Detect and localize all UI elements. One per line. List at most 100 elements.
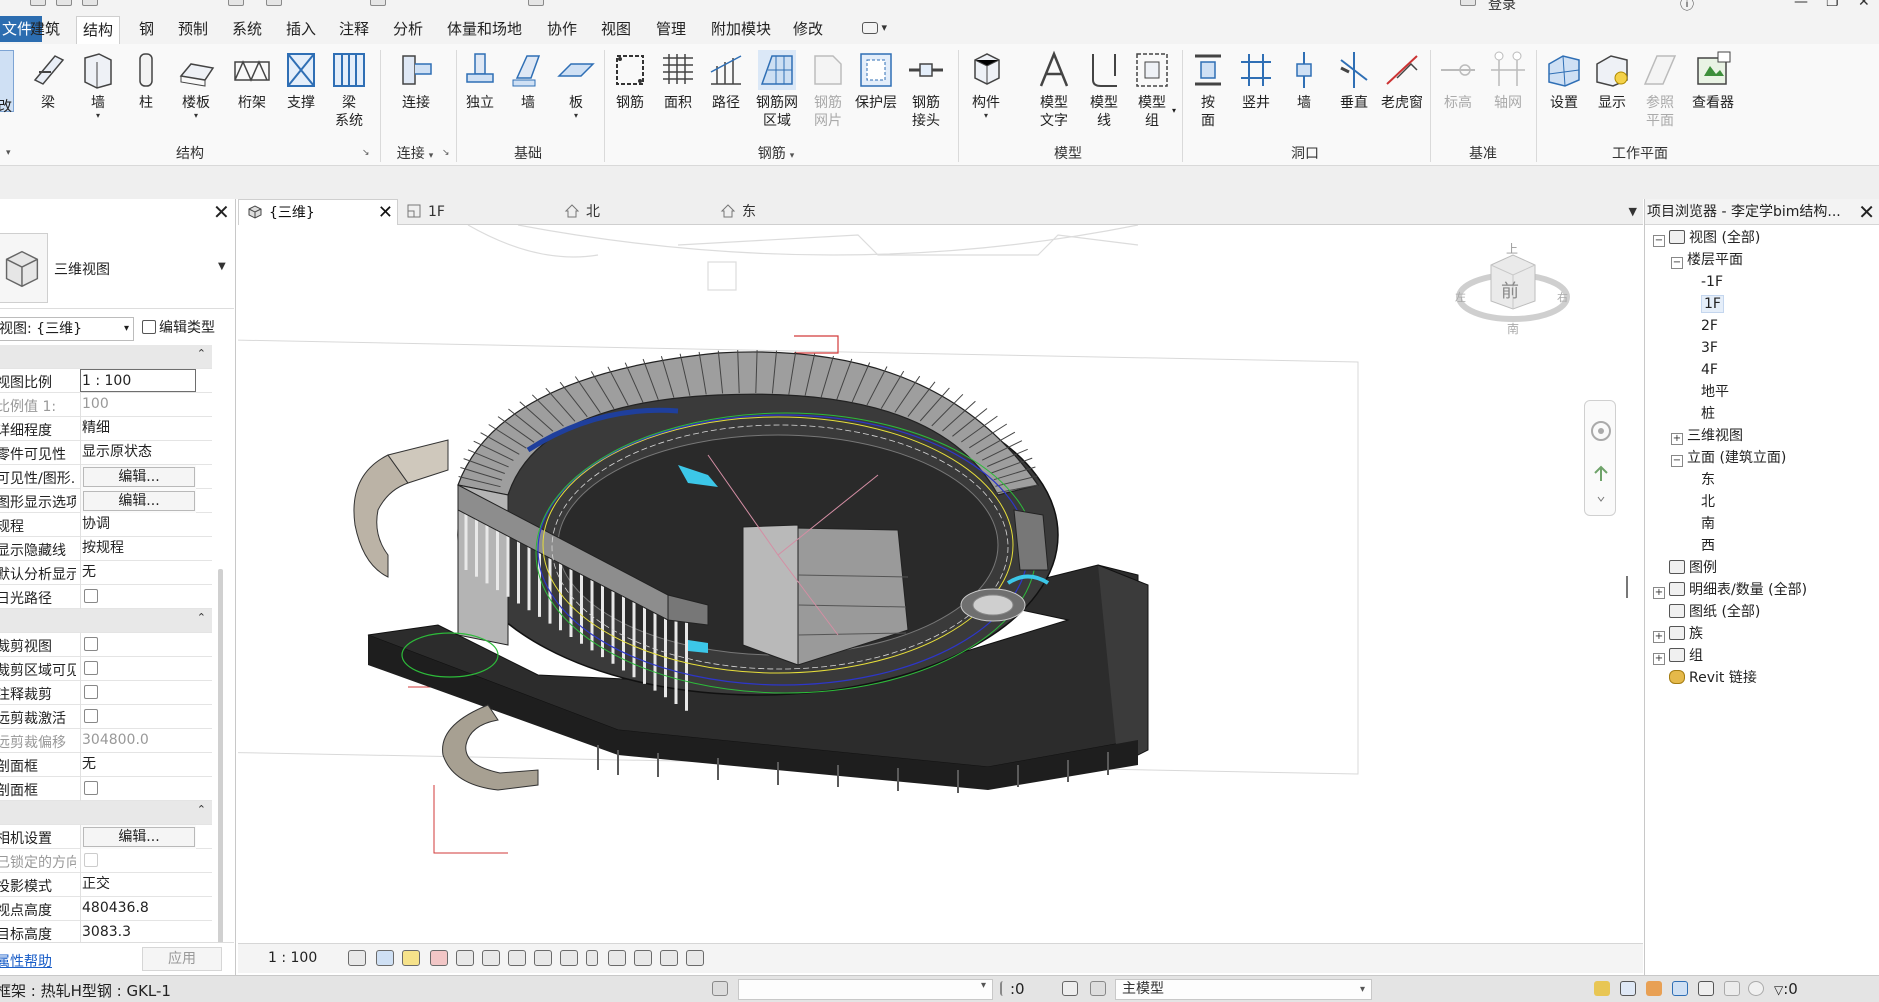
tab-systems[interactable]: 系统 xyxy=(226,16,268,42)
fabric-area-button[interactable]: 钢筋网 区域 xyxy=(750,50,804,130)
collapse-toggle-icon[interactable]: − xyxy=(1671,455,1683,467)
apply-button[interactable]: 应用 xyxy=(142,947,222,971)
property-value[interactable]: 精细 xyxy=(80,417,196,441)
detail-level-icon[interactable] xyxy=(348,950,366,966)
property-checkbox[interactable] xyxy=(80,633,196,657)
wall-opening-button[interactable]: 墙 xyxy=(1280,50,1328,112)
main-model-select[interactable]: 主模型 ▾ xyxy=(1115,979,1372,1000)
user-icon[interactable] xyxy=(1460,0,1476,6)
coupler-button[interactable]: 钢筋 接头 xyxy=(902,50,950,130)
property-checkbox[interactable] xyxy=(80,657,196,681)
property-section-header[interactable]: ⌃ xyxy=(0,609,212,633)
browser-node[interactable]: 2F xyxy=(1701,315,1718,337)
collapse-toggle-icon[interactable]: − xyxy=(1671,257,1683,269)
view-tab-east[interactable]: 东 xyxy=(712,199,868,225)
browser-node[interactable]: 3F xyxy=(1701,337,1718,359)
brace-button[interactable]: 支撑 xyxy=(277,50,325,112)
connection-settings-launcher[interactable]: ↘ xyxy=(442,148,450,158)
select-underlay-icon[interactable] xyxy=(1620,981,1636,996)
cover-button[interactable]: 保护层 xyxy=(852,50,900,112)
browser-node[interactable]: − 立面 (建筑立面) xyxy=(1671,447,1786,469)
collapse-chevron-icon[interactable]: ⌃ xyxy=(197,347,206,360)
expand-toggle-icon[interactable]: + xyxy=(1653,631,1665,643)
lock-view-icon[interactable] xyxy=(534,950,552,966)
dormer-button[interactable]: 老虎窗 xyxy=(1378,50,1426,112)
collapse-chevron-icon[interactable]: ⌃ xyxy=(197,803,206,816)
beam-button[interactable]: 梁 xyxy=(24,50,72,112)
select-pinned-icon[interactable] xyxy=(1646,981,1662,996)
browser-node[interactable]: 北 xyxy=(1701,491,1715,513)
visual-style-icon[interactable] xyxy=(376,950,394,966)
property-checkbox[interactable] xyxy=(80,585,196,609)
property-value[interactable]: 按规程 xyxy=(80,537,196,561)
browser-node[interactable]: 西 xyxy=(1701,535,1715,557)
tab-structure[interactable]: 结构 xyxy=(76,16,121,45)
edit-type-button[interactable]: 编辑类型 xyxy=(142,317,215,341)
project-browser-close-button[interactable]: ✕ xyxy=(1858,201,1875,223)
rebar-button[interactable]: 钢筋 xyxy=(606,50,654,112)
3d-view-canvas[interactable]: 上 前 左 右 南 xyxy=(238,225,1643,942)
collapse-toggle-icon[interactable]: − xyxy=(1653,235,1665,247)
beam-system-button[interactable]: 梁系统 xyxy=(325,50,373,130)
temp-view-props-icon[interactable] xyxy=(608,950,626,966)
area-rebar-button[interactable]: 面积 xyxy=(654,50,702,112)
type-selector-dropdown[interactable]: ▼ xyxy=(218,261,226,272)
close-button[interactable]: ✕ xyxy=(1858,0,1870,10)
constraints-icon[interactable] xyxy=(686,950,704,966)
properties-help-link[interactable]: 属性帮助 xyxy=(0,951,52,971)
render-icon[interactable] xyxy=(456,950,474,966)
truss-button[interactable]: 桁架 xyxy=(228,50,276,112)
nav-dropdown-icon[interactable] xyxy=(1597,496,1605,502)
property-section-header[interactable]: ⌃ xyxy=(0,801,212,825)
foundation-slab-button[interactable]: 板 ▾ xyxy=(552,50,600,120)
tab-modify[interactable]: 修改 xyxy=(787,16,829,42)
property-value[interactable]: 无 xyxy=(80,561,196,585)
browser-node[interactable]: 地平 xyxy=(1701,381,1729,403)
help-icon[interactable]: ⓘ xyxy=(1680,0,1694,12)
property-checkbox[interactable] xyxy=(80,681,196,705)
open-icon[interactable] xyxy=(30,0,46,6)
tab-architecture[interactable]: 建筑 xyxy=(24,16,66,42)
close-hidden-icon[interactable] xyxy=(528,0,544,6)
structure-settings-launcher[interactable]: ↘ xyxy=(362,148,370,158)
zoom-icon[interactable] xyxy=(1594,465,1608,481)
view-scale[interactable]: 1 : 100 xyxy=(268,950,317,966)
properties-scrollbar[interactable] xyxy=(218,569,223,955)
browser-node[interactable]: + 三维视图 xyxy=(1671,425,1743,447)
by-face-button[interactable]: 按面 xyxy=(1184,50,1232,130)
model-text-button[interactable]: 模型 文字 xyxy=(1030,50,1078,130)
workset-icon[interactable] xyxy=(712,981,728,996)
browser-node[interactable]: − 视图 (全部) xyxy=(1653,227,1760,249)
tab-annotate[interactable]: 注释 xyxy=(333,16,375,42)
column-button[interactable]: 柱 xyxy=(122,50,170,112)
browser-node[interactable]: 图纸 (全部) xyxy=(1653,601,1760,623)
minimize-button[interactable]: — xyxy=(1794,0,1808,10)
property-checkbox[interactable] xyxy=(80,777,196,801)
view-tab-3d[interactable]: {三维} ✕ xyxy=(238,199,398,225)
property-value[interactable]: 正交 xyxy=(80,873,196,897)
text-icon[interactable] xyxy=(370,0,386,6)
set-workplane-button[interactable]: 设置 xyxy=(1540,50,1588,112)
filter-count[interactable]: ▽:0 xyxy=(1774,980,1798,998)
settings-gear-icon[interactable] xyxy=(1748,981,1764,996)
tab-collaborate[interactable]: 协作 xyxy=(541,16,583,42)
viewcube[interactable]: 上 前 左 右 南 xyxy=(1453,237,1573,337)
view-tab-1f[interactable]: 1F xyxy=(398,199,553,225)
browser-node[interactable]: + 组 xyxy=(1653,645,1703,667)
foundation-wall-button[interactable]: 墙 xyxy=(504,50,552,112)
collapse-chevron-icon[interactable]: ⌃ xyxy=(197,611,206,624)
vertical-opening-button[interactable]: 垂直 xyxy=(1330,50,1378,112)
tab-analyze[interactable]: 分析 xyxy=(387,16,429,42)
view-tabs-menu[interactable]: ▼ xyxy=(1629,199,1637,225)
expand-toggle-icon[interactable]: + xyxy=(1671,433,1683,445)
tab-precast[interactable]: 预制 xyxy=(172,16,214,42)
wall-button[interactable]: 墙 ▾ xyxy=(74,50,122,120)
view-tab-close-icon[interactable]: ✕ xyxy=(378,200,393,226)
drag-elements-icon[interactable] xyxy=(1698,981,1714,996)
reveal-hidden-icon[interactable] xyxy=(586,950,598,966)
browser-node[interactable]: + 族 xyxy=(1653,623,1703,645)
shadows-icon[interactable] xyxy=(430,950,448,966)
property-checkbox[interactable] xyxy=(80,705,196,729)
floor-button[interactable]: 楼板 ▾ xyxy=(172,50,220,120)
expand-toggle-icon[interactable]: + xyxy=(1653,587,1665,599)
